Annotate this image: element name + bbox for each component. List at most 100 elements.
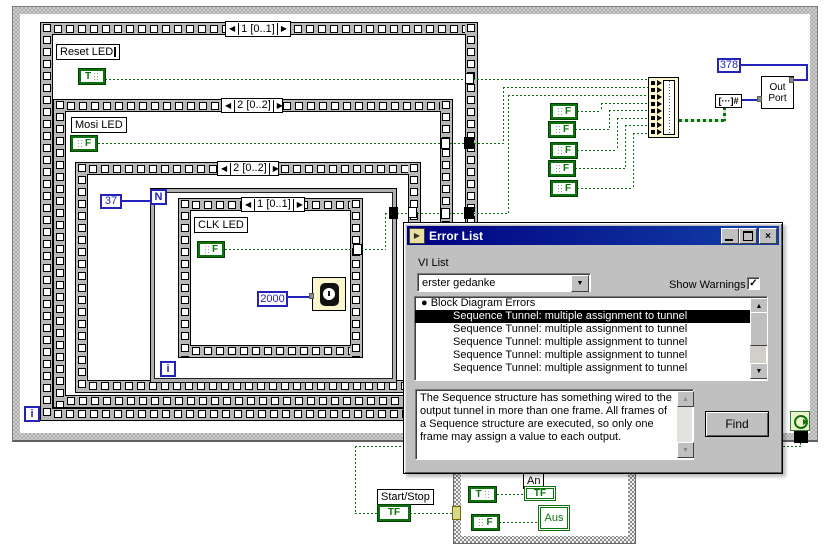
constant-37[interactable]: 37 xyxy=(100,194,122,209)
an-indicator-terminal[interactable]: TF xyxy=(524,486,556,501)
error-list-window[interactable]: ▶ Error List × VI List erster gedanke ▼ … xyxy=(403,222,783,474)
true-half xyxy=(554,125,561,134)
error-description-box[interactable]: The Sequence structure has something wir… xyxy=(415,389,694,460)
film-border xyxy=(54,395,452,407)
wire-bool2 xyxy=(575,129,609,130)
clk-led-label[interactable]: CLK LED xyxy=(194,217,248,233)
prev-frame-icon[interactable]: ◀ xyxy=(222,99,236,112)
scroll-up-button[interactable]: ▲ xyxy=(677,391,694,407)
list-item[interactable]: Sequence Tunnel: multiple assignment to … xyxy=(415,349,767,362)
tunnel xyxy=(441,138,450,149)
sequence-1-header[interactable]: ◀ 1 [0..1] ▶ xyxy=(225,21,291,37)
wire-bool4 xyxy=(625,125,626,168)
wire-nub xyxy=(309,293,314,299)
sequence-4-header-label: 1 [0..1] xyxy=(257,198,291,210)
false-half xyxy=(483,490,490,499)
bool-constant-2[interactable]: F xyxy=(548,121,576,138)
wire-clk xyxy=(508,95,509,213)
title-bar[interactable]: ▶ Error List × xyxy=(407,226,779,245)
reset-led-label[interactable]: Reset LED xyxy=(56,44,121,60)
check-icon: ✓ xyxy=(749,278,758,289)
list-item[interactable]: Sequence Tunnel: multiple assignment to … xyxy=(415,336,767,349)
true-constant[interactable]: T xyxy=(468,486,497,503)
reset-bool-constant[interactable]: T xyxy=(78,68,106,85)
sequence-4-header[interactable]: ◀ 1 [0..1] ▶ xyxy=(241,197,305,212)
next-frame-icon[interactable]: ▶ xyxy=(276,23,290,35)
start-stop-terminal[interactable]: TF xyxy=(377,504,411,522)
find-button[interactable]: Find xyxy=(705,411,769,437)
list-header-text: Block Diagram Errors xyxy=(430,297,536,309)
clk-bool-constant[interactable]: F xyxy=(197,241,225,258)
false-letter: F xyxy=(211,243,219,255)
true-half xyxy=(554,164,561,173)
next-frame-icon[interactable]: ▶ xyxy=(272,99,286,112)
description-scrollbar[interactable]: ▲ ▼ xyxy=(677,391,694,458)
tunnel xyxy=(464,207,474,219)
show-warnings-label: Show Warnings xyxy=(669,279,746,291)
chevron-down-icon: ▼ xyxy=(576,280,584,287)
list-item[interactable]: Sequence Tunnel: multiple assignment to … xyxy=(415,362,767,375)
down-arrow-icon: ▼ xyxy=(755,367,763,375)
true-half xyxy=(556,184,563,193)
scrollbar-thumb[interactable] xyxy=(750,312,767,346)
list-item[interactable]: Sequence Tunnel: multiple assignment to … xyxy=(415,310,767,323)
bool-constant-4[interactable]: F xyxy=(548,160,576,177)
build-array-node[interactable] xyxy=(648,77,679,138)
array-column-icon xyxy=(663,80,675,135)
list-item-header[interactable]: ● Block Diagram Errors xyxy=(415,297,767,310)
false-letter: F xyxy=(562,123,570,135)
maximize-icon xyxy=(743,231,753,241)
prev-frame-icon[interactable]: ◀ xyxy=(218,162,232,175)
bool-constant-5[interactable]: F xyxy=(550,180,578,197)
false-letter: F xyxy=(564,182,572,194)
iteration-terminal-whileloop[interactable]: i xyxy=(24,406,40,422)
aus-indicator[interactable]: Aus xyxy=(538,505,570,531)
sequence-2-header[interactable]: ◀ 2 [0..2] ▶ xyxy=(221,98,283,113)
list-item[interactable]: Sequence Tunnel: multiple assignment to … xyxy=(415,323,767,336)
maximize-button[interactable] xyxy=(739,228,757,244)
constant-378[interactable]: 378 xyxy=(717,58,741,73)
iteration-terminal-forloop[interactable]: i xyxy=(160,361,176,377)
minimize-button[interactable] xyxy=(721,228,739,244)
wire-bool3 xyxy=(617,118,618,150)
list-scrollbar[interactable]: ▲ ▼ xyxy=(750,298,767,379)
wait-ms-node[interactable] xyxy=(312,277,346,311)
loop-count-terminal[interactable]: N xyxy=(150,189,167,205)
true-half xyxy=(203,245,210,254)
error-list-box[interactable]: ● Block Diagram Errors Sequence Tunnel: … xyxy=(414,296,768,381)
wire-array xyxy=(723,107,726,121)
labview-block-diagram: ◀ 1 [0..1] ▶ ◀ 2 [0..2] ▶ ◀ 2 [0..2] ▶ ◀… xyxy=(0,0,837,549)
prev-frame-icon[interactable]: ◀ xyxy=(242,198,256,211)
false-letter: F xyxy=(564,144,572,156)
wire-nub xyxy=(757,96,762,102)
mosi-bool-constant[interactable]: F xyxy=(70,135,98,152)
start-stop-label[interactable]: Start/Stop xyxy=(377,489,434,505)
prev-frame-icon[interactable]: ◀ xyxy=(226,23,240,35)
constant-2000[interactable]: 2000 xyxy=(257,291,288,307)
next-frame-icon[interactable]: ▶ xyxy=(268,162,282,175)
bool-constant-3[interactable]: F xyxy=(550,142,578,159)
wire-bool4 xyxy=(625,125,648,126)
bool-constant-1[interactable]: F xyxy=(550,103,578,120)
close-icon: × xyxy=(765,230,771,242)
vi-list-combobox[interactable]: erster gedanke ▼ xyxy=(417,273,591,292)
false-constant[interactable]: F xyxy=(471,514,500,531)
next-frame-icon[interactable]: ▶ xyxy=(292,198,306,211)
close-button[interactable]: × xyxy=(759,228,777,244)
true-letter: T xyxy=(475,488,482,500)
true-half xyxy=(76,139,83,148)
false-letter: F xyxy=(84,137,92,149)
loop-condition-terminal[interactable] xyxy=(790,411,810,431)
bool-array-to-number-node[interactable]: [···]# xyxy=(715,94,742,108)
scroll-down-button[interactable]: ▼ xyxy=(677,442,694,458)
wire-bool5 xyxy=(633,133,648,134)
reset-led-text: Reset LED xyxy=(60,46,114,58)
show-warnings-checkbox[interactable]: ✓ xyxy=(747,277,760,290)
scroll-down-button[interactable]: ▼ xyxy=(750,363,767,379)
combobox-dropdown-button[interactable]: ▼ xyxy=(571,275,589,292)
mosi-led-label[interactable]: Mosi LED xyxy=(71,117,127,133)
continue-arrow-icon xyxy=(803,419,808,425)
tunnel xyxy=(353,244,362,255)
labview-app-icon: ▶ xyxy=(409,227,425,244)
sequence-3-header[interactable]: ◀ 2 [0..2] ▶ xyxy=(217,161,279,176)
